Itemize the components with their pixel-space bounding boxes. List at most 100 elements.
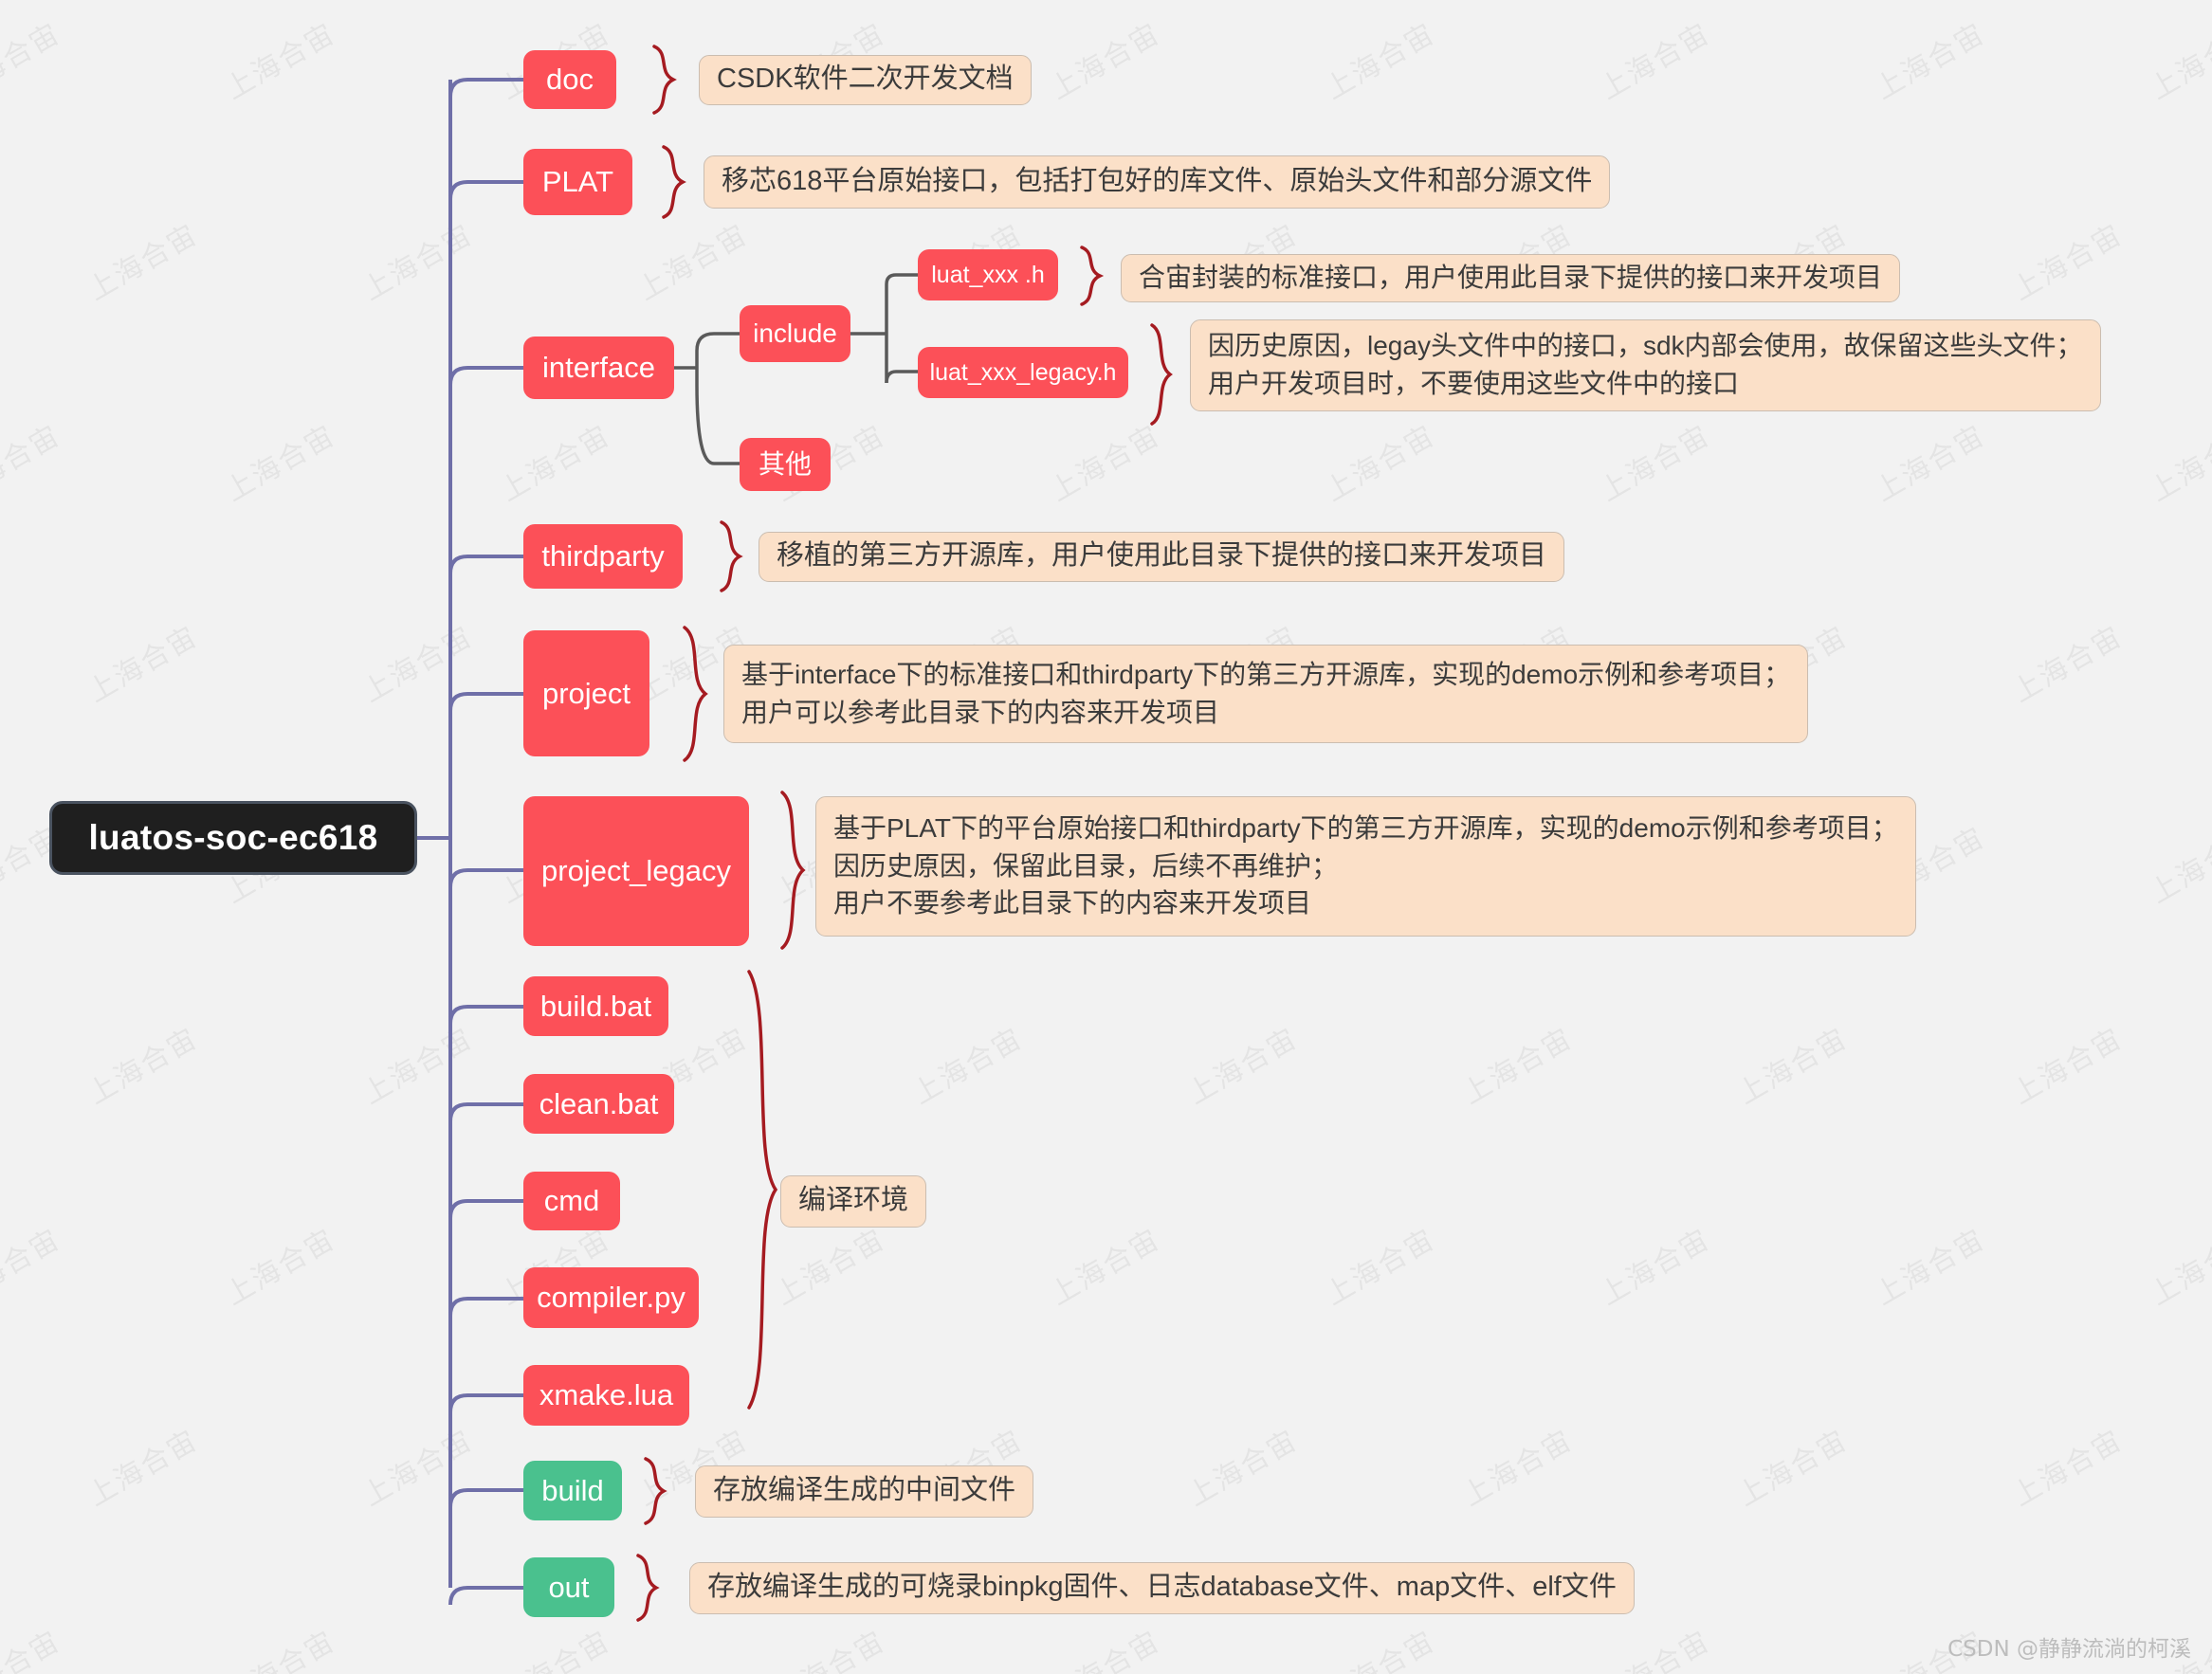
- node-other[interactable]: 其他: [740, 438, 831, 491]
- watermark-text: 上海合宙: [219, 16, 341, 107]
- node-clean-bat-label: clean.bat: [539, 1086, 659, 1120]
- watermark-text: 上海合宙: [2006, 217, 2129, 308]
- watermark-text: 上海合宙: [1456, 1021, 1579, 1112]
- note-project-legacy-line-1: 基于PLAT下的平台原始接口和thirdparty下的第三方开源库，实现的dem…: [833, 812, 1898, 843]
- note-out-line-1: 存放编译生成的可烧录binpkg固件、日志database文件、map文件、el…: [707, 1572, 1617, 1603]
- watermark-text: 上海合宙: [1319, 418, 1441, 509]
- watermark-text: 上海合宙: [356, 1021, 479, 1112]
- note-luat-xxx-h-line-1: 合宙封装的标准接口，用户使用此目录下提供的接口来开发项目: [1139, 263, 1883, 293]
- watermark-text: 上海合宙: [2144, 1222, 2212, 1313]
- note-project-legacy: 基于PLAT下的平台原始接口和thirdparty下的第三方开源库，实现的dem…: [815, 796, 1916, 937]
- note-luat-xxx-h: 合宙封装的标准接口，用户使用此目录下提供的接口来开发项目: [1121, 254, 1901, 302]
- watermark-text: 上海合宙: [1594, 1222, 1716, 1313]
- note-luat-xxx-legacy-h: 因历史原因，legay头文件中的接口，sdk内部会使用，故保留这些头文件； 用户…: [1190, 319, 2101, 411]
- watermark-text: 上海合宙: [769, 1624, 891, 1674]
- csdn-credit: CSDN @静静流淌的柯溪: [1947, 1637, 2191, 1662]
- watermark-text: 上海合宙: [356, 217, 479, 308]
- watermark-text: 上海合宙: [0, 16, 66, 107]
- watermark-text: 上海合宙: [2144, 820, 2212, 911]
- brace-project: [683, 626, 708, 762]
- note-build-env-line-1: 编译环境: [798, 1185, 909, 1216]
- watermark-text: 上海合宙: [1181, 1423, 1304, 1514]
- root-node[interactable]: luatos-soc-ec618: [49, 801, 417, 875]
- note-project-line-1: 基于interface下的标准接口和thirdparty下的第三方开源库，实现的…: [741, 659, 1791, 689]
- mindmap-canvas: 上海合宙 上海合宙 上海合宙 上海合宙 上海合宙 上海合宙 上海合宙 上海合宙 上海合宙 上海合宙…: [0, 0, 2212, 1674]
- watermark-text: 上海合宙: [2006, 1423, 2129, 1514]
- note-project-legacy-line-3: 用户不要参考此目录下的内容来开发项目: [833, 888, 1312, 919]
- watermark-text: 上海合宙: [1594, 418, 1716, 509]
- watermark-text: 上海合宙: [1731, 1021, 1854, 1112]
- node-luat-xxx-h-label: luat_xxx .h: [931, 261, 1045, 288]
- watermark-text: 上海合宙: [0, 418, 66, 509]
- brace-plat: [662, 145, 686, 219]
- note-build-line-1: 存放编译生成的中间文件: [713, 1475, 1016, 1506]
- node-plat[interactable]: PLAT: [523, 149, 632, 215]
- note-project-legacy-line-2: 因历史原因，保留此目录，后续不再维护；: [833, 850, 1339, 881]
- node-out[interactable]: out: [523, 1557, 614, 1617]
- watermark-text: 上海合宙: [2006, 619, 2129, 710]
- watermark-text: 上海合宙: [1319, 16, 1441, 107]
- node-project-legacy[interactable]: project_legacy: [523, 796, 749, 946]
- node-interface[interactable]: interface: [523, 337, 674, 399]
- note-build-env: 编译环境: [780, 1175, 927, 1228]
- note-out: 存放编译生成的可烧录binpkg固件、日志database文件、map文件、el…: [689, 1562, 1635, 1614]
- node-thirdparty[interactable]: thirdparty: [523, 524, 683, 589]
- note-build: 存放编译生成的中间文件: [695, 1465, 1034, 1518]
- node-project-label: project: [541, 676, 631, 710]
- node-build-bat[interactable]: build.bat: [523, 976, 668, 1036]
- watermark-text: 上海合宙: [2006, 1021, 2129, 1112]
- node-doc[interactable]: doc: [523, 50, 616, 109]
- node-build-bat-label: build.bat: [539, 989, 652, 1023]
- watermark-text: 上海合宙: [219, 1624, 341, 1674]
- watermark-text: 上海合宙: [219, 1222, 341, 1313]
- watermark-text: 上海合宙: [0, 1624, 66, 1674]
- node-xmake-lua[interactable]: xmake.lua: [523, 1365, 689, 1426]
- brace-out: [636, 1554, 660, 1622]
- node-build[interactable]: build: [523, 1461, 622, 1520]
- brace-build: [644, 1457, 667, 1525]
- watermark-text: 上海合宙: [1044, 16, 1166, 107]
- watermark-text: 上海合宙: [1869, 1222, 1991, 1313]
- watermark-text: 上海合宙: [1731, 1423, 1854, 1514]
- node-xmake-lua-label: xmake.lua: [539, 1378, 674, 1412]
- note-project-line-2: 用户可以参考此目录下的内容来开发项目: [741, 697, 1220, 727]
- note-plat: 移芯618平台原始接口，包括打包好的库文件、原始头文件和部分源文件: [704, 155, 1611, 209]
- node-thirdparty-label: thirdparty: [541, 539, 665, 573]
- watermark-text: 上海合宙: [219, 418, 341, 509]
- note-thirdparty-line-1: 移植的第三方开源库，用户使用此目录下提供的接口来开发项目: [777, 540, 1547, 572]
- node-luat-xxx-legacy-h[interactable]: luat_xxx_legacy.h: [918, 347, 1128, 398]
- watermark-text: 上海合宙: [1594, 1624, 1716, 1674]
- watermark-text: 上海合宙: [82, 1423, 204, 1514]
- node-compiler-py-label: compiler.py: [537, 1281, 686, 1315]
- watermark-text: 上海合宙: [1319, 1222, 1441, 1313]
- watermark-text: 上海合宙: [1319, 1624, 1441, 1674]
- note-project: 基于interface下的标准接口和thirdparty下的第三方开源库，实现的…: [723, 645, 1809, 743]
- node-include[interactable]: include: [740, 305, 850, 362]
- watermark-text: 上海合宙: [1869, 16, 1991, 107]
- watermark-text: 上海合宙: [769, 1222, 891, 1313]
- node-cmd[interactable]: cmd: [523, 1172, 620, 1230]
- note-thirdparty: 移植的第三方开源库，用户使用此目录下提供的接口来开发项目: [759, 532, 1565, 582]
- watermark-text: 上海合宙: [2144, 16, 2212, 107]
- node-build-label: build: [541, 1473, 604, 1507]
- watermark-text: 上海合宙: [0, 1222, 66, 1313]
- watermark-text: 上海合宙: [1456, 1423, 1579, 1514]
- node-other-label: 其他: [758, 448, 812, 479]
- watermark-text: 上海合宙: [1044, 1222, 1166, 1313]
- watermark-text: 上海合宙: [1594, 16, 1716, 107]
- node-project[interactable]: project: [523, 630, 649, 756]
- note-plat-line-1: 移芯618平台原始接口，包括打包好的库文件、原始头文件和部分源文件: [722, 165, 1593, 196]
- watermark-text: 上海合宙: [356, 1423, 479, 1514]
- watermark-text: 上海合宙: [82, 1021, 204, 1112]
- note-luat-xxx-legacy-h-line-2: 用户开发项目时，不要使用这些文件中的接口: [1208, 369, 1740, 398]
- node-luat-xxx-h[interactable]: luat_xxx .h: [918, 249, 1058, 300]
- node-include-label: include: [753, 318, 837, 348]
- watermark-text: 上海合宙: [82, 619, 204, 710]
- node-compiler-py[interactable]: compiler.py: [523, 1267, 699, 1328]
- node-clean-bat[interactable]: clean.bat: [523, 1074, 674, 1134]
- watermark-text: 上海合宙: [906, 1021, 1029, 1112]
- node-doc-label: doc: [546, 63, 594, 97]
- watermark-text: 上海合宙: [1044, 418, 1166, 509]
- brace-doc: [652, 45, 677, 115]
- node-interface-label: interface: [542, 351, 655, 385]
